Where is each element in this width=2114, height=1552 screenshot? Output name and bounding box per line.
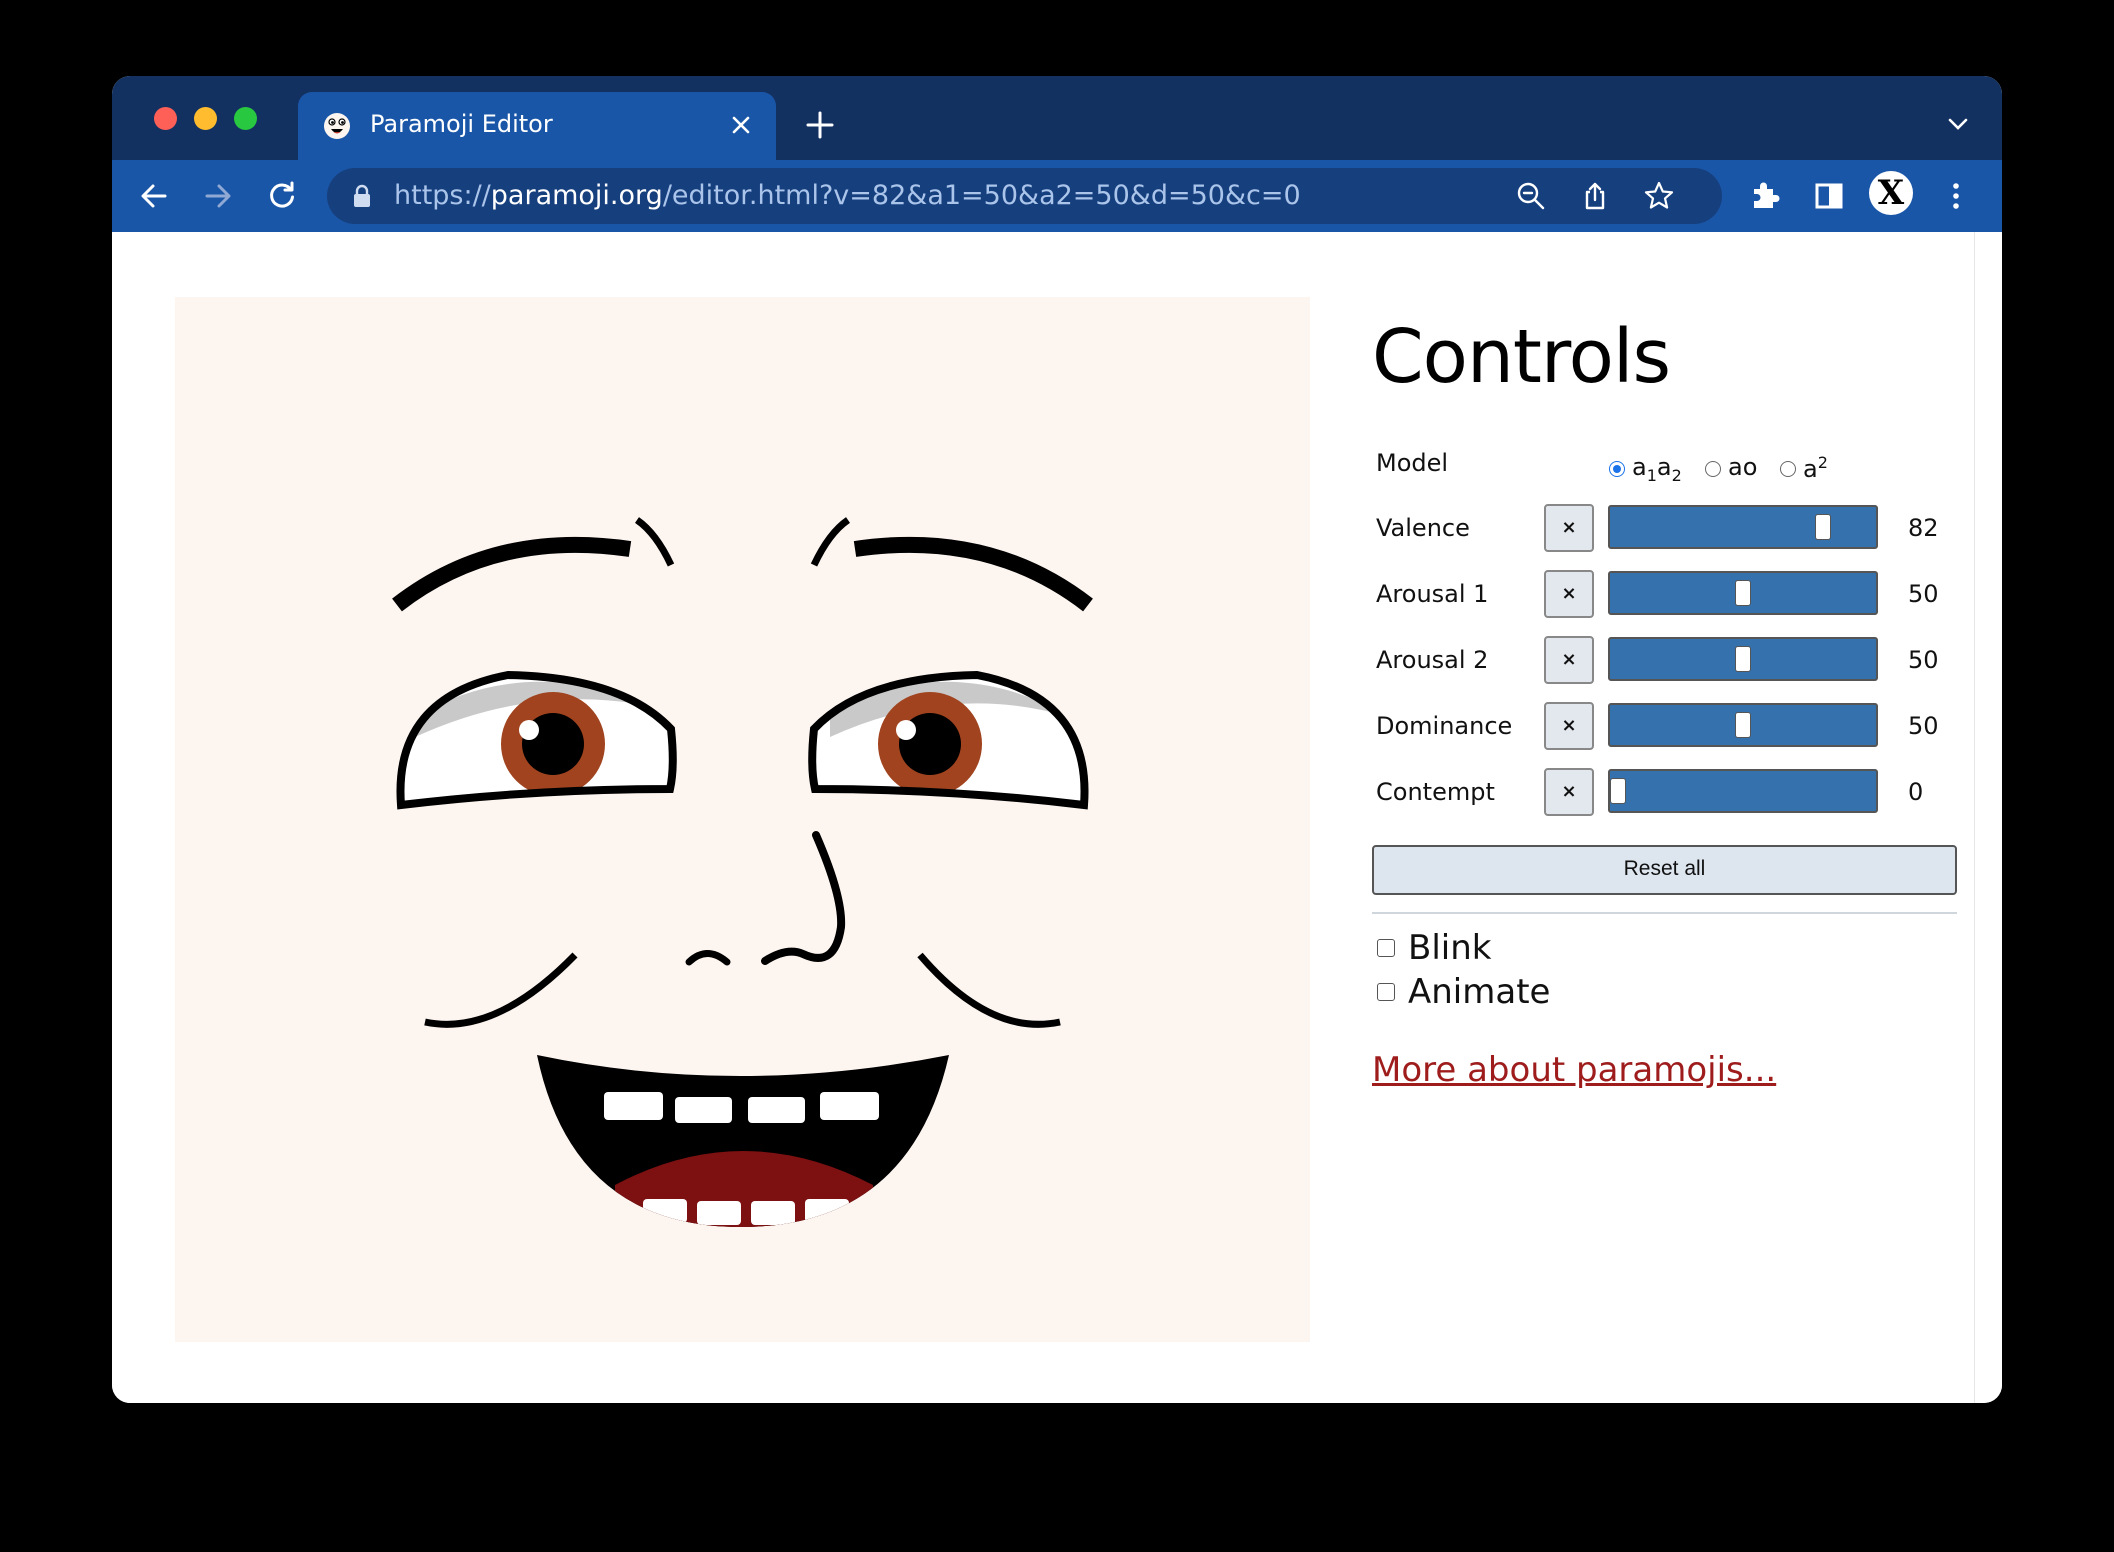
divider <box>1372 912 1957 914</box>
valence-slider[interactable] <box>1608 505 1878 549</box>
contempt-value: 0 <box>1908 778 1924 806</box>
dominance-slider-thumb[interactable] <box>1735 712 1751 738</box>
more-about-paramojis-link[interactable]: More about paramojis... <box>1372 1050 1776 1090</box>
mouth <box>537 1055 949 1227</box>
arousal-2-value: 50 <box>1908 646 1939 674</box>
contempt-label: Contempt <box>1376 778 1495 806</box>
model-radio-a1a2[interactable] <box>1609 461 1625 477</box>
chevron-down-icon[interactable] <box>1947 116 1969 132</box>
contempt-slider[interactable] <box>1608 769 1878 813</box>
controls-panel: Controls Model a1a2 ao a2 Valence × 82 Arou… <box>1372 232 1972 1403</box>
maximize-window-button[interactable] <box>234 107 257 130</box>
page-scrollbar[interactable] <box>1974 232 2002 1403</box>
arousal-1-slider-thumb[interactable] <box>1735 580 1751 606</box>
arousal-1-slider[interactable] <box>1608 571 1878 615</box>
blink-label: Blink <box>1408 928 1492 968</box>
tab-title: Paramoji Editor <box>370 110 553 138</box>
model-option-a1a2-label: a1a2 <box>1632 453 1682 485</box>
right-eye <box>808 670 1089 810</box>
controls-heading: Controls <box>1372 314 1671 400</box>
page-content: Controls Model a1a2 ao a2 Valence × 82 Arou… <box>112 232 1974 1403</box>
dominance-slider[interactable] <box>1608 703 1878 747</box>
left-eye <box>396 670 677 810</box>
bookmark-star-icon[interactable] <box>1643 180 1675 212</box>
contempt-slider-thumb[interactable] <box>1610 778 1626 804</box>
kebab-menu-icon[interactable] <box>1938 178 1974 214</box>
model-option-ao-label: ao <box>1728 453 1758 481</box>
dominance-clear-button[interactable]: × <box>1544 702 1594 750</box>
model-radio-ao[interactable] <box>1705 461 1721 477</box>
right-brow-wrinkle <box>810 517 851 567</box>
left-eyebrow <box>392 536 632 612</box>
paramoji-face <box>392 517 1093 1227</box>
valence-label: Valence <box>1376 514 1470 542</box>
close-tab-icon[interactable] <box>730 114 752 136</box>
animate-label: Animate <box>1408 972 1551 1012</box>
valence-clear-button[interactable]: × <box>1544 504 1594 552</box>
reload-icon[interactable] <box>264 178 300 214</box>
model-option-a-squared-label: a2 <box>1803 453 1828 483</box>
left-brow-wrinkle <box>634 517 675 567</box>
arousal-2-clear-button[interactable]: × <box>1544 636 1594 684</box>
minimize-window-button[interactable] <box>194 107 217 130</box>
right-cheek-line <box>917 952 1061 1028</box>
side-panel-icon[interactable] <box>1811 178 1847 214</box>
valence-value: 82 <box>1908 514 1939 542</box>
url-text: https://paramoji.org/editor.html?v=82&a1… <box>394 180 1301 211</box>
contempt-clear-button[interactable]: × <box>1544 768 1594 816</box>
valence-slider-thumb[interactable] <box>1815 514 1831 540</box>
right-eyebrow <box>853 536 1093 612</box>
arousal-2-slider-thumb[interactable] <box>1735 646 1751 672</box>
nose <box>761 831 846 965</box>
arousal-1-value: 50 <box>1908 580 1939 608</box>
browser-window: Paramoji Editor https://paramoji.org/edi… <box>112 76 2002 1403</box>
lock-icon <box>354 184 370 207</box>
share-icon[interactable] <box>1579 180 1611 212</box>
arousal-1-clear-button[interactable]: × <box>1544 570 1594 618</box>
animate-checkbox[interactable] <box>1377 983 1395 1001</box>
zoom-out-icon[interactable] <box>1515 180 1547 212</box>
back-arrow-icon[interactable] <box>136 178 172 214</box>
left-cheek-line <box>424 952 578 1028</box>
paramoji-favicon-icon <box>324 113 350 139</box>
dominance-value: 50 <box>1908 712 1939 740</box>
blink-checkbox[interactable] <box>1377 939 1395 957</box>
forward-arrow-icon[interactable] <box>200 178 236 214</box>
arousal-2-slider[interactable] <box>1608 637 1878 681</box>
extensions-puzzle-icon[interactable] <box>1747 178 1783 214</box>
model-label: Model <box>1376 449 1449 477</box>
arousal-1-label: Arousal 1 <box>1376 580 1489 608</box>
arousal-2-label: Arousal 2 <box>1376 646 1489 674</box>
left-nostril <box>685 950 731 966</box>
reset-all-button[interactable]: Reset all <box>1372 845 1957 895</box>
profile-avatar[interactable]: X <box>1869 171 1913 215</box>
model-radio-a-squared[interactable] <box>1780 461 1796 477</box>
close-window-button[interactable] <box>154 107 177 130</box>
tab-paramoji-editor[interactable]: Paramoji Editor <box>298 92 776 160</box>
address-bar[interactable]: https://paramoji.org/editor.html?v=82&a1… <box>327 168 1722 224</box>
new-tab-icon[interactable] <box>805 110 835 140</box>
paramoji-face-canvas <box>175 297 1310 1342</box>
browser-toolbar: https://paramoji.org/editor.html?v=82&a1… <box>112 160 2002 232</box>
dominance-label: Dominance <box>1376 712 1513 740</box>
tab-bar: Paramoji Editor <box>112 76 2002 160</box>
